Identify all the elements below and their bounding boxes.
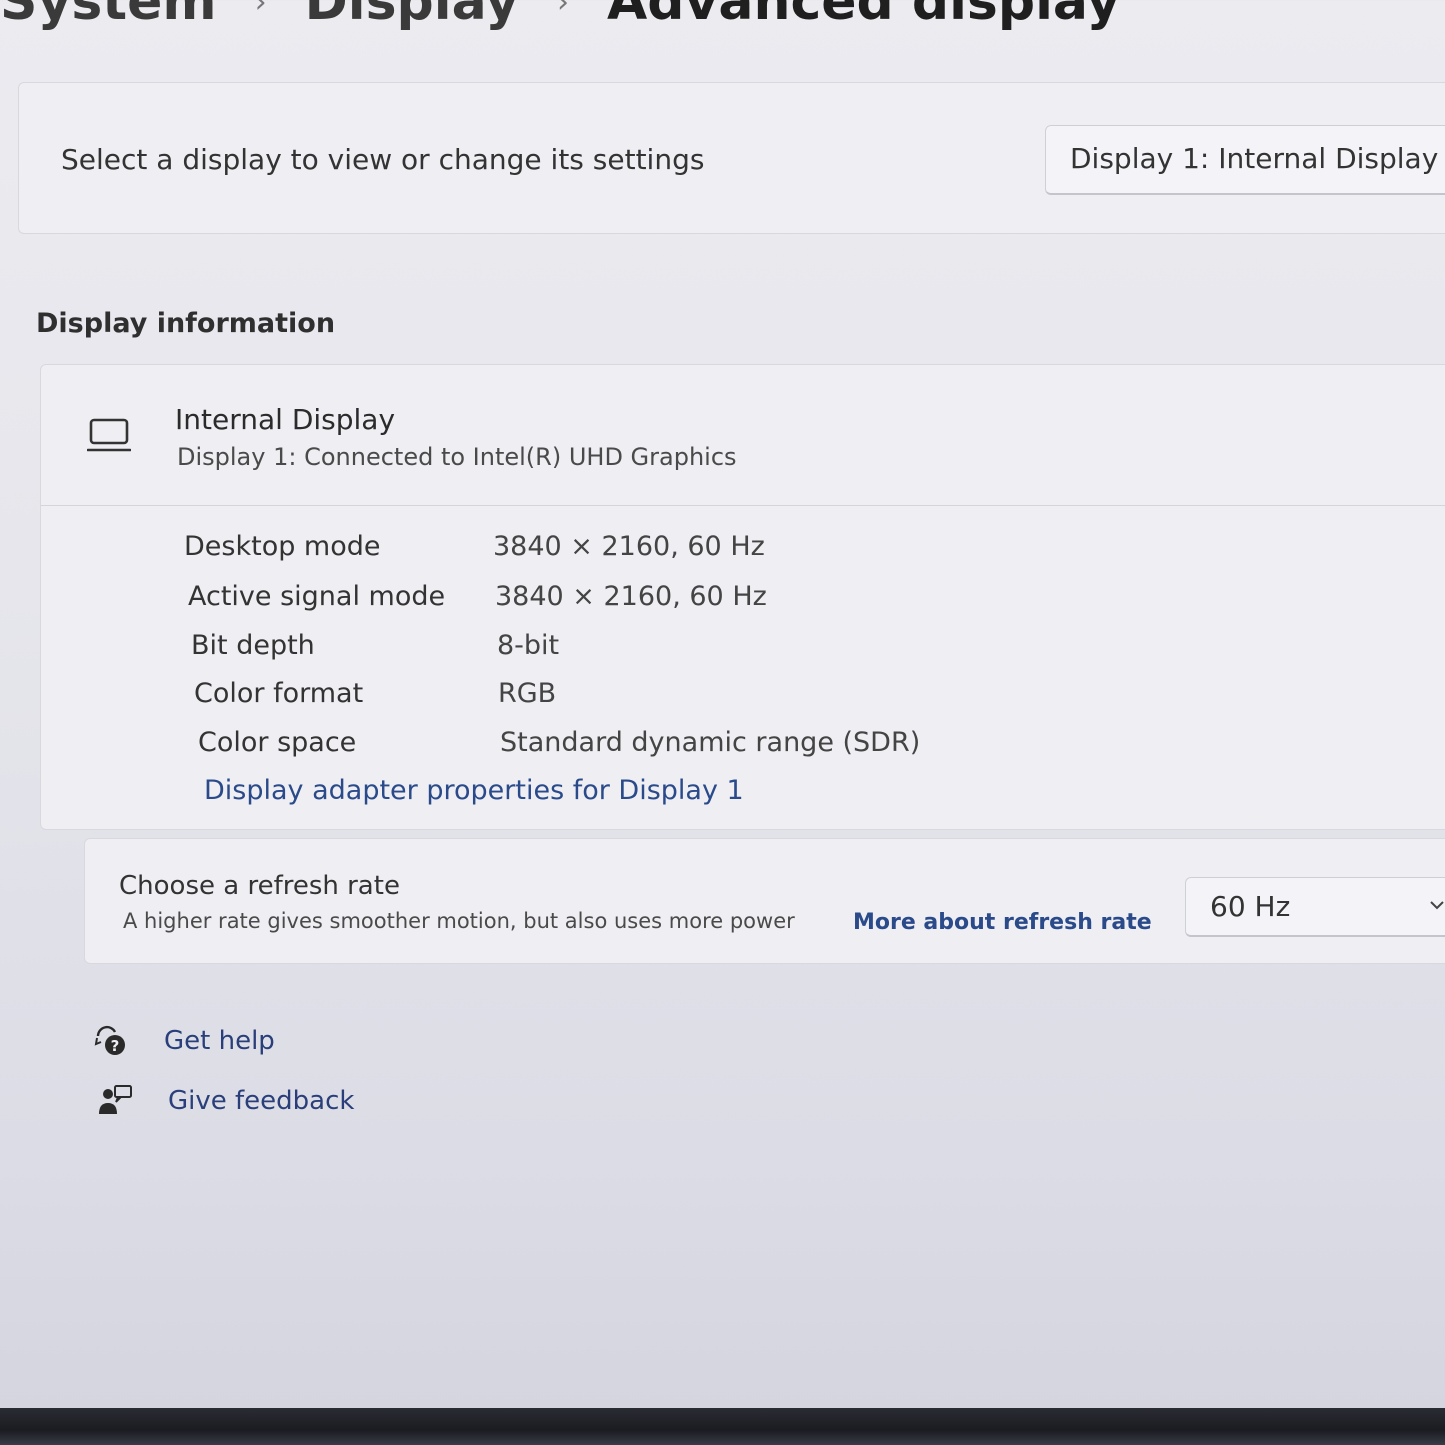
info-value: Standard dynamic range (SDR) (500, 727, 921, 758)
get-help-link[interactable]: ? Get help (94, 1024, 275, 1058)
info-key: Bit depth (191, 630, 315, 661)
refresh-rate-value: 60 Hz (1210, 890, 1291, 923)
refresh-rate-description: A higher rate gives smoother motion, but… (123, 909, 795, 933)
info-key: Desktop mode (184, 531, 381, 562)
info-value: 8-bit (497, 630, 560, 661)
select-display-card: Select a display to view or change its s… (18, 82, 1445, 234)
info-value: 3840 × 2160, 60 Hz (495, 581, 767, 612)
refresh-rate-title: Choose a refresh rate (119, 871, 400, 901)
info-value: RGB (498, 678, 557, 709)
info-key: Active signal mode (188, 581, 446, 612)
display-info-header: Internal Display Display 1: Connected to… (41, 365, 1445, 506)
refresh-rate-dropdown[interactable]: 60 Hz (1185, 877, 1445, 937)
info-key: Color space (198, 727, 357, 758)
display-select-dropdown[interactable]: Display 1: Internal Display (1045, 125, 1445, 195)
page-title: Advanced display (606, 0, 1121, 32)
display-connection: Display 1: Connected to Intel(R) UHD Gra… (177, 443, 737, 471)
laptop-icon (87, 418, 131, 452)
chevron-down-icon (1430, 901, 1444, 910)
select-display-label: Select a display to view or change its s… (61, 143, 705, 176)
breadcrumb-chevron-icon: › (254, 0, 267, 20)
display-name: Internal Display (175, 403, 396, 436)
help-chat-icon: ? (94, 1025, 125, 1055)
breadcrumb-chevron-icon: › (556, 0, 569, 20)
svg-text:?: ? (111, 1037, 120, 1055)
breadcrumb-system[interactable]: System (0, 0, 217, 32)
get-help-label: Get help (164, 1026, 275, 1056)
display-information-heading: Display information (36, 308, 336, 339)
info-value: 3840 × 2160, 60 Hz (493, 531, 765, 562)
info-key: Color format (194, 678, 364, 709)
feedback-icon (99, 1085, 132, 1114)
screen-bezel (0, 1408, 1445, 1445)
refresh-rate-card: Choose a refresh rate A higher rate give… (84, 838, 1445, 964)
give-feedback-link[interactable]: Give feedback (98, 1084, 354, 1118)
more-about-refresh-rate-link[interactable]: More about refresh rate (853, 910, 1152, 935)
give-feedback-label: Give feedback (168, 1086, 355, 1116)
display-adapter-properties-link[interactable]: Display adapter properties for Display 1 (204, 775, 744, 806)
breadcrumb: System › Display › Advanced display (0, 0, 1120, 42)
breadcrumb-display[interactable]: Display (305, 0, 519, 32)
display-information-card: Internal Display Display 1: Connected to… (40, 364, 1445, 830)
